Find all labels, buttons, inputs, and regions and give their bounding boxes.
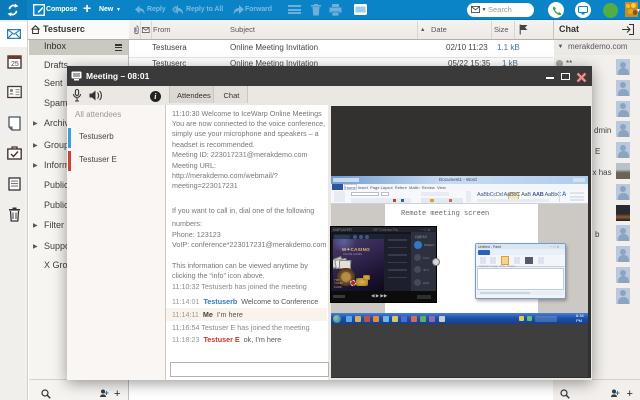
svg-text:25: 25 (11, 61, 19, 68)
